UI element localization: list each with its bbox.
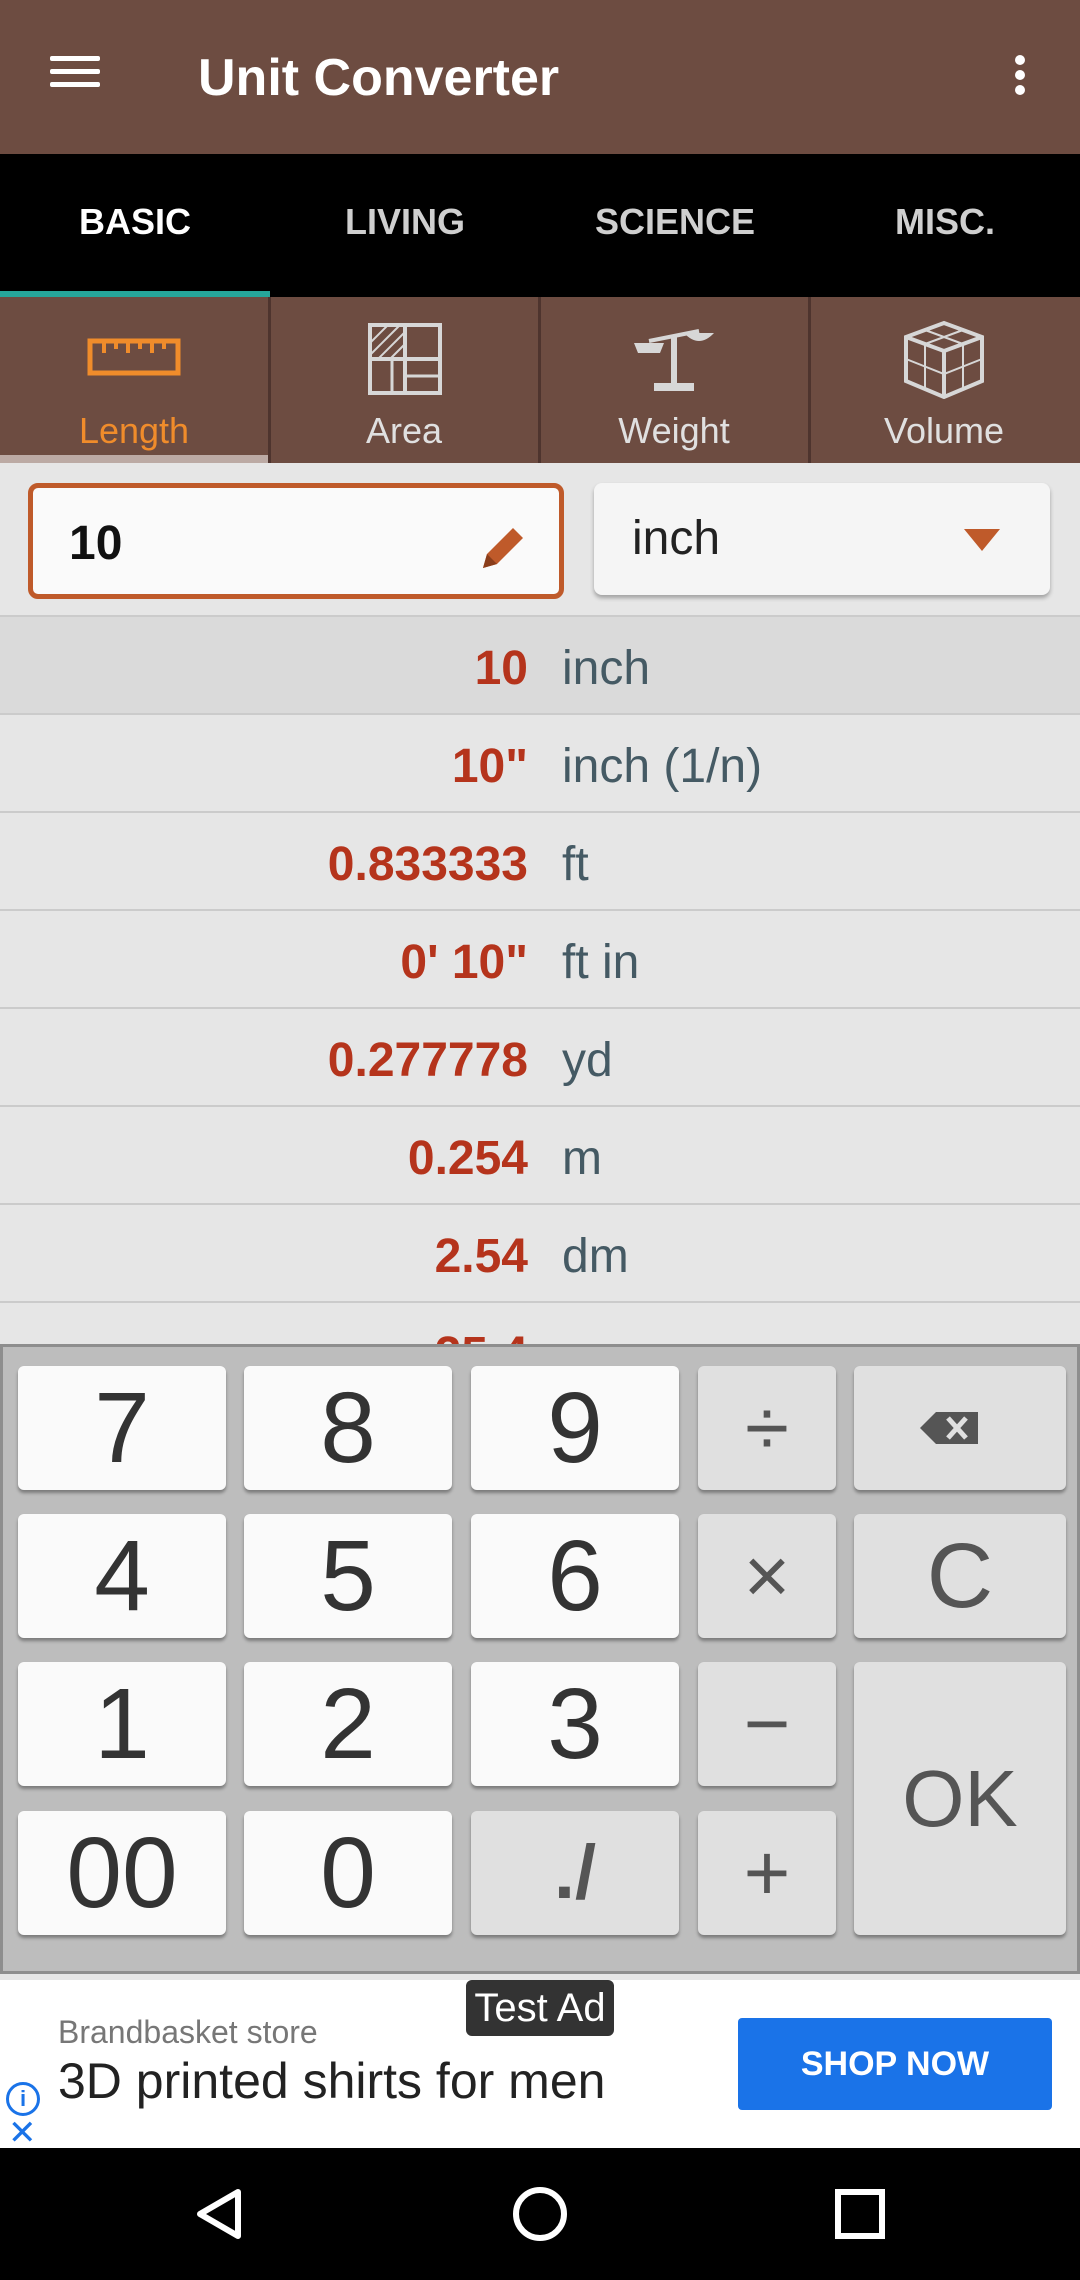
key-divide[interactable]: ÷ bbox=[698, 1366, 836, 1490]
ad-close-icon[interactable]: ✕ bbox=[8, 2116, 37, 2150]
cube-icon bbox=[904, 320, 984, 399]
tab-basic[interactable]: BASIC bbox=[0, 154, 270, 297]
result-row[interactable]: 25.4 cm bbox=[0, 1301, 1080, 1345]
input-row: 10 inch bbox=[0, 463, 1080, 615]
divider bbox=[808, 297, 811, 463]
category-area-label: Area bbox=[365, 410, 443, 451]
area-grid-icon bbox=[368, 323, 442, 395]
scale-icon bbox=[634, 329, 714, 391]
ad-headline[interactable]: 3D printed shirts for men bbox=[58, 2052, 605, 2110]
unit-dropdown[interactable]: inch bbox=[594, 483, 1050, 595]
dropdown-arrow-icon bbox=[964, 529, 1000, 551]
category-length-label: Length bbox=[78, 410, 190, 451]
result-row[interactable]: 0.833333 ft bbox=[0, 811, 1080, 909]
key-backspace[interactable] bbox=[854, 1366, 1066, 1490]
result-unit: ft in bbox=[562, 936, 640, 989]
result-value: 0.833333 bbox=[327, 838, 528, 891]
result-row[interactable]: 10" inch (1/n) bbox=[0, 713, 1080, 811]
result-value: 10" bbox=[451, 740, 528, 793]
ad-store-name: Brandbasket store bbox=[58, 2014, 318, 2050]
backspace-icon bbox=[920, 1412, 978, 1444]
category-indicator bbox=[0, 455, 268, 463]
key-clear[interactable]: C bbox=[854, 1514, 1066, 1638]
shop-now-button[interactable]: SHOP NOW bbox=[738, 2018, 1052, 2110]
key-decimal[interactable]: ./ bbox=[471, 1811, 679, 1935]
category-length[interactable]: Length bbox=[0, 297, 268, 463]
key-1[interactable]: 1 bbox=[18, 1662, 226, 1786]
key-00[interactable]: 00 bbox=[18, 1811, 226, 1935]
result-row[interactable]: 0.254 m bbox=[0, 1105, 1080, 1203]
ruler-icon bbox=[87, 338, 181, 376]
category-weight[interactable]: Weight bbox=[540, 297, 808, 463]
key-8[interactable]: 8 bbox=[244, 1366, 452, 1490]
results-list: 10 inch 10" inch (1/n) 0.833333 ft 0' 10… bbox=[0, 615, 1080, 1345]
key-6[interactable]: 6 bbox=[471, 1514, 679, 1638]
key-4[interactable]: 4 bbox=[18, 1514, 226, 1638]
result-row[interactable]: 2.54 dm bbox=[0, 1203, 1080, 1301]
more-options-icon[interactable] bbox=[1000, 50, 1040, 110]
key-9[interactable]: 9 bbox=[471, 1366, 679, 1490]
key-0[interactable]: 0 bbox=[244, 1811, 452, 1935]
result-value: 0' 10" bbox=[400, 936, 528, 989]
key-minus[interactable]: − bbox=[698, 1662, 836, 1786]
key-plus[interactable]: + bbox=[698, 1811, 836, 1935]
result-row[interactable]: 0.277778 yd bbox=[0, 1007, 1080, 1105]
result-unit: yd bbox=[562, 1034, 613, 1087]
app-bar: Unit Converter bbox=[0, 0, 1080, 154]
category-weight-label: Weight bbox=[618, 410, 730, 451]
home-icon[interactable] bbox=[510, 2184, 570, 2244]
value-input-text: 10 bbox=[69, 517, 123, 570]
key-7[interactable]: 7 bbox=[18, 1366, 226, 1490]
app-title: Unit Converter bbox=[198, 49, 560, 107]
key-2[interactable]: 2 bbox=[244, 1662, 452, 1786]
result-row[interactable]: 0' 10" ft in bbox=[0, 909, 1080, 1007]
result-value: 25.4 bbox=[435, 1327, 528, 1345]
tab-science[interactable]: SCIENCE bbox=[540, 154, 810, 297]
back-icon[interactable] bbox=[190, 2186, 250, 2242]
divider bbox=[268, 297, 271, 463]
result-row[interactable]: 10 inch bbox=[0, 615, 1080, 713]
category-area[interactable]: Area bbox=[270, 297, 538, 463]
recents-icon[interactable] bbox=[832, 2186, 888, 2242]
tab-misc[interactable]: MISC. bbox=[810, 154, 1080, 297]
result-value: 0.254 bbox=[407, 1132, 528, 1185]
tab-bar: BASIC LIVING SCIENCE MISC. bbox=[0, 154, 1080, 297]
value-input[interactable]: 10 bbox=[28, 483, 564, 599]
divider bbox=[538, 297, 541, 463]
result-unit: dm bbox=[562, 1230, 629, 1283]
system-nav-bar bbox=[0, 2148, 1080, 2280]
result-value: 10 bbox=[474, 642, 528, 695]
unit-dropdown-value: inch bbox=[632, 512, 721, 565]
result-value: 0.277778 bbox=[327, 1034, 528, 1087]
hamburger-menu-icon[interactable] bbox=[40, 48, 110, 108]
result-unit: ft bbox=[562, 838, 589, 891]
key-multiply[interactable]: × bbox=[698, 1514, 836, 1638]
key-3[interactable]: 3 bbox=[471, 1662, 679, 1786]
ad-banner[interactable]: Test Ad Brandbasket store 3D printed shi… bbox=[0, 1980, 1080, 2150]
ad-info-icon[interactable]: i bbox=[6, 2082, 40, 2116]
keypad: 7 8 9 ÷ 4 5 6 × C 1 2 3 − 00 0 ./ + OK bbox=[0, 1344, 1080, 1974]
pencil-icon bbox=[483, 528, 523, 568]
key-ok[interactable]: OK bbox=[854, 1662, 1066, 1935]
test-ad-badge: Test Ad bbox=[466, 1980, 614, 2036]
result-unit: m bbox=[562, 1132, 602, 1185]
result-unit: cm bbox=[562, 1327, 626, 1345]
category-volume-label: Volume bbox=[883, 410, 1005, 451]
result-unit: inch (1/n) bbox=[562, 740, 763, 793]
tab-living[interactable]: LIVING bbox=[270, 154, 540, 297]
category-volume[interactable]: Volume bbox=[810, 297, 1078, 463]
key-5[interactable]: 5 bbox=[244, 1514, 452, 1638]
result-value: 2.54 bbox=[434, 1230, 528, 1283]
result-unit: inch bbox=[562, 642, 651, 695]
